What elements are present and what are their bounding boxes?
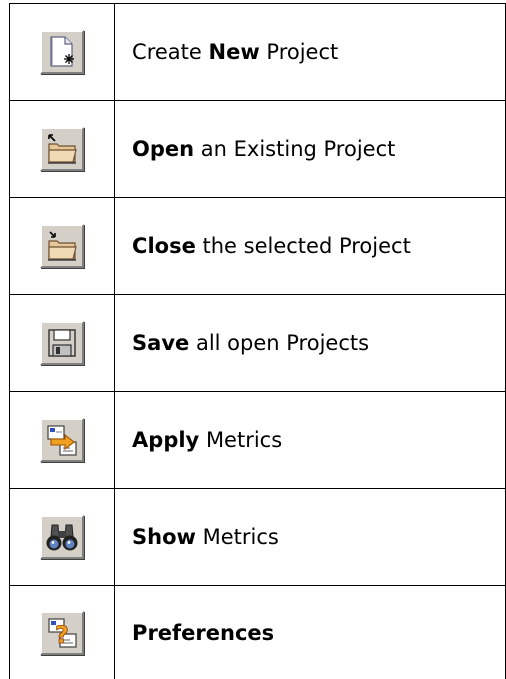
legend-row-new: Create New Project: [10, 4, 506, 101]
legend-text-save: Save all open Projects: [115, 295, 506, 392]
save-projects-button[interactable]: [40, 321, 84, 365]
legend-row-preferences: ? Preferences: [10, 586, 506, 679]
legend-row-close: Close the selected Project: [10, 198, 506, 295]
close-folder-icon: [42, 226, 82, 266]
save-disk-icon: [42, 323, 82, 363]
apply-metrics-icon: [42, 420, 82, 460]
svg-text:?: ?: [55, 621, 69, 649]
legend-text-new: Create New Project: [115, 4, 506, 101]
new-document-icon: [42, 32, 82, 72]
legend-row-apply: Apply Metrics: [10, 392, 506, 489]
legend-row-show: Show Metrics: [10, 489, 506, 586]
legend-text-apply: Apply Metrics: [115, 392, 506, 489]
toolbar-legend-table: Create New Project Open an Existing Proj…: [9, 3, 506, 679]
legend-text-open: Open an Existing Project: [115, 101, 506, 198]
open-folder-icon: [42, 129, 82, 169]
close-project-button[interactable]: [40, 224, 84, 268]
apply-metrics-button[interactable]: [40, 418, 84, 462]
preferences-button[interactable]: ?: [40, 611, 84, 655]
preferences-icon: ?: [42, 613, 82, 653]
legend-text-close: Close the selected Project: [115, 198, 506, 295]
legend-text-show: Show Metrics: [115, 489, 506, 586]
show-metrics-button[interactable]: [40, 515, 84, 559]
new-project-button[interactable]: [40, 30, 84, 74]
legend-row-open: Open an Existing Project: [10, 101, 506, 198]
legend-text-preferences: Preferences: [115, 586, 506, 679]
open-project-button[interactable]: [40, 127, 84, 171]
binoculars-icon: [42, 517, 82, 557]
legend-row-save: Save all open Projects: [10, 295, 506, 392]
